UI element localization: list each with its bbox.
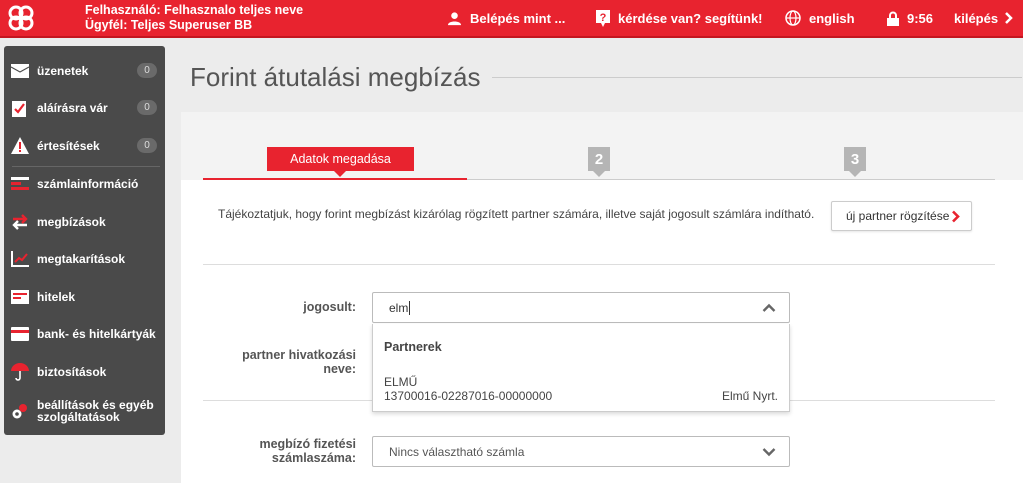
- payer-account-label: megbízó fizetési számlaszáma:: [259, 437, 356, 465]
- jogosult-label: jogosult:: [303, 300, 356, 314]
- warning-icon: [11, 137, 29, 155]
- chart-icon: [11, 250, 29, 268]
- page-title: Forint átutalási megbízás: [190, 62, 481, 92]
- login-as-label: Belépés mint ...: [470, 10, 566, 26]
- timer-label: 9:56: [907, 10, 934, 26]
- sidebar: üzenetek 0 aláírásra vár 0 értesítések 0…: [4, 46, 165, 435]
- sidebar-item-label: hitelek: [37, 289, 76, 304]
- help-label: kérdése van? segítünk!: [618, 10, 763, 26]
- umbrella-icon: [11, 362, 29, 381]
- chevron-right-icon: [1005, 12, 1013, 24]
- sidebar-item-notifications[interactable]: értesítések 0: [4, 127, 165, 164]
- sidebar-item-cards[interactable]: bank- és hitelkártyák: [4, 315, 165, 352]
- count-badge: 0: [137, 138, 157, 153]
- sidebar-item-label: aláírásra vár: [37, 100, 108, 115]
- sidebar-item-orders[interactable]: megbízások: [4, 203, 165, 240]
- user-info: Felhasználó: Felhasznalo teljes neve Ügy…: [85, 3, 303, 33]
- chevron-up-icon[interactable]: [762, 303, 776, 313]
- card-icon: [11, 325, 29, 343]
- sidebar-item-label: beállítások és egyéb szolgáltatások: [37, 398, 154, 424]
- logo-icon: [8, 5, 34, 31]
- payer-account-select[interactable]: Nincs választható számla: [372, 436, 790, 467]
- chevron-right-icon: [952, 210, 960, 223]
- new-partner-button[interactable]: új partner rögzítése: [831, 201, 972, 231]
- count-badge: 0: [137, 63, 157, 78]
- sidebar-item-savings[interactable]: megtakarítások: [4, 240, 165, 277]
- option-name: ELMŰ: [384, 375, 418, 389]
- sidebar-item-label: megtakarítások: [37, 251, 126, 266]
- sidebar-item-label: megbízások: [37, 214, 106, 229]
- step-progress-track: [467, 179, 995, 180]
- top-bar: Felhasználó: Felhasznalo teljes neve Ügy…: [0, 0, 1023, 36]
- help-icon: ?: [596, 9, 610, 27]
- sidebar-item-label: bank- és hitelkártyák: [37, 326, 156, 341]
- jogosult-value: elm: [389, 300, 409, 315]
- step-3: 3: [844, 147, 866, 177]
- option-partner: Elmű Nyrt.: [721, 389, 778, 403]
- partner-dropdown: Partnerek ELMŰ 13700016-02287016-0000000…: [372, 324, 790, 412]
- svg-text:?: ?: [600, 12, 607, 24]
- session-timer: 9:56: [887, 0, 933, 36]
- user-icon: [447, 11, 462, 25]
- help-button[interactable]: ? kérdése van? segítünk!: [596, 0, 763, 36]
- sidebar-item-label: üzenetek: [37, 63, 89, 78]
- login-as-button[interactable]: Belépés mint ...: [447, 0, 565, 36]
- dropdown-group-header: Partnerek: [384, 340, 442, 354]
- chevron-down-icon[interactable]: [762, 447, 776, 457]
- text-caret: [409, 300, 411, 315]
- top-bar-shadow: [0, 36, 1023, 38]
- bank-logo[interactable]: [0, 0, 42, 36]
- logout-button[interactable]: kilépés: [954, 0, 1014, 36]
- step-2: 2: [588, 147, 610, 177]
- client-line: Ügyfél: Teljes Superuser BB: [85, 18, 253, 32]
- sidebar-item-pending-signature[interactable]: aláírásra vár 0: [4, 89, 165, 126]
- account-info-icon: [11, 175, 29, 193]
- sidebar-item-label: értesítések: [37, 138, 100, 153]
- sidebar-item-account-info[interactable]: számlainformáció: [4, 165, 165, 202]
- section-divider: [203, 264, 995, 265]
- sidebar-item-messages[interactable]: üzenetek 0: [4, 52, 165, 89]
- payer-account-value: Nincs választható számla: [389, 444, 525, 459]
- sidebar-item-label: számlainformáció: [37, 176, 139, 191]
- language-label: english: [809, 10, 855, 26]
- language-button[interactable]: english: [785, 0, 855, 36]
- new-partner-label: új partner rögzítése: [846, 209, 950, 223]
- user-line: Felhasználó: Felhasznalo teljes neve: [85, 3, 304, 17]
- envelope-icon: [11, 62, 29, 80]
- transfer-arrows-icon: [11, 213, 29, 231]
- sidebar-item-settings[interactable]: beállítások és egyéb szolgáltatások: [4, 391, 165, 431]
- sidebar-item-insurance[interactable]: biztosítások: [4, 353, 165, 390]
- sidebar-item-label: biztosítások: [37, 364, 107, 379]
- gear-icon: [11, 402, 29, 420]
- signature-icon: [11, 99, 29, 117]
- info-text: Tájékoztatjuk, hogy forint megbízást kiz…: [218, 207, 815, 221]
- count-badge: 0: [137, 100, 157, 115]
- jogosult-input[interactable]: elm: [372, 292, 790, 323]
- step-progress-bar: [203, 178, 467, 180]
- lock-icon: [887, 11, 899, 26]
- title-divider: [492, 77, 1022, 78]
- partner-ref-label: partner hivatkozási neve:: [242, 348, 356, 376]
- step-1-active: Adatok megadása: [267, 147, 414, 177]
- credit-icon: [11, 288, 29, 306]
- globe-icon: [785, 10, 801, 26]
- option-account: 13700016-02287016-00000000: [384, 389, 553, 403]
- logout-label: kilépés: [954, 10, 999, 26]
- sidebar-item-loans[interactable]: hitelek: [4, 278, 165, 315]
